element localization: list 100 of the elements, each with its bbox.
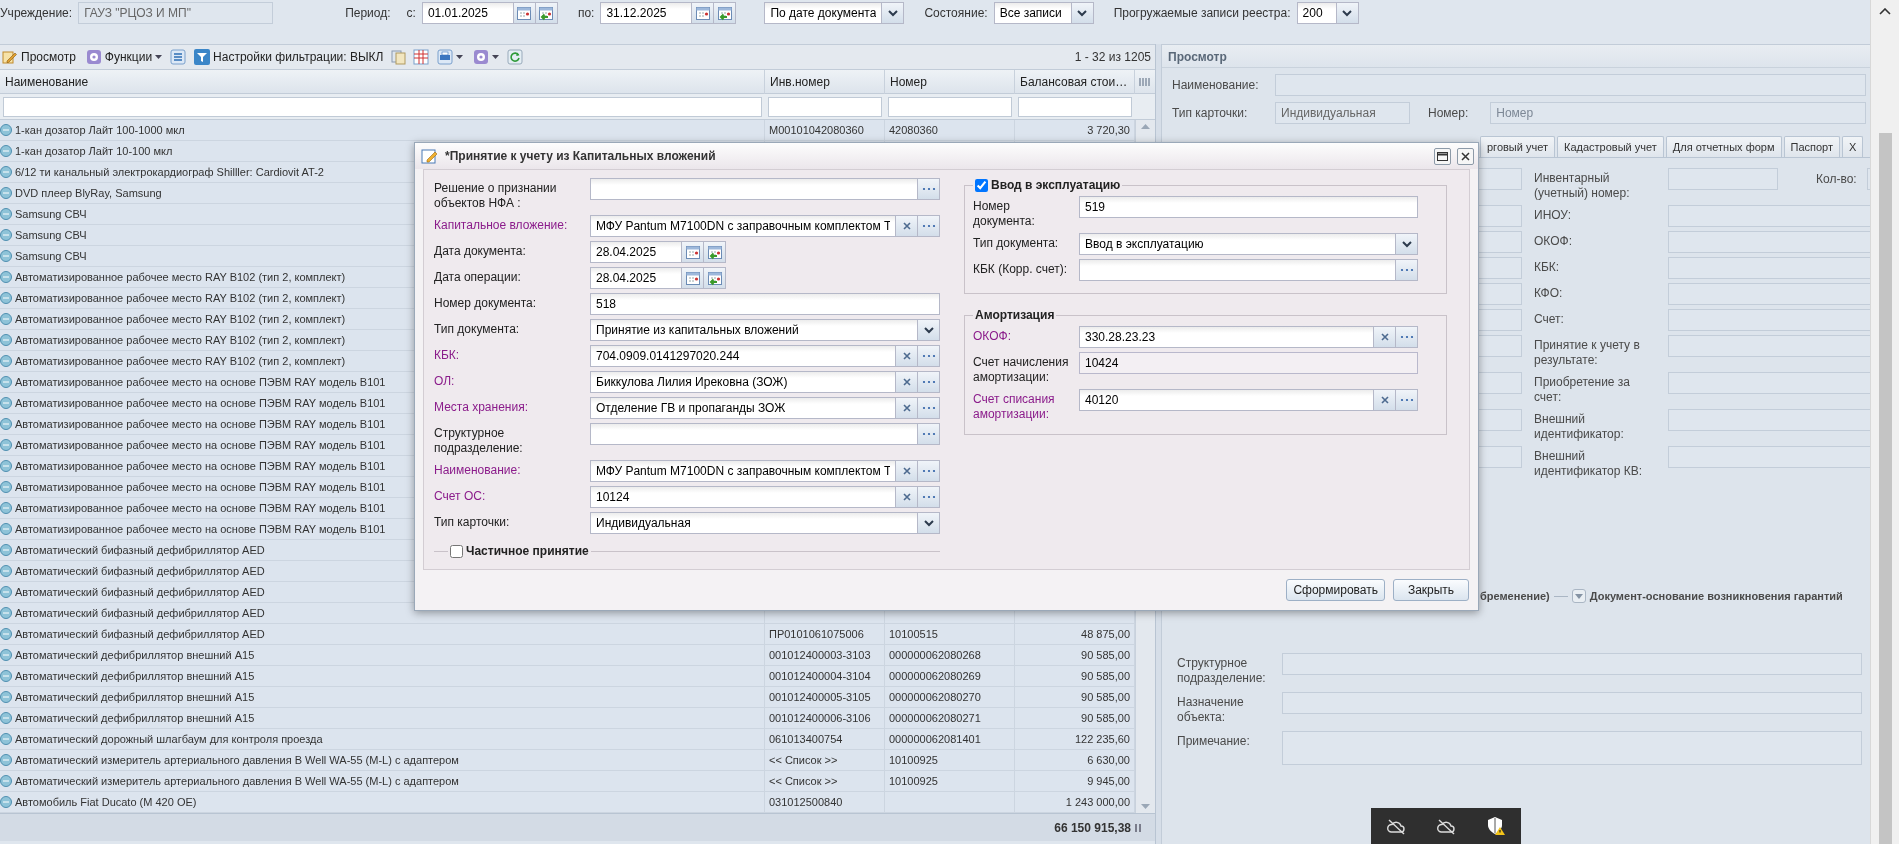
calendar-button[interactable] [682, 267, 704, 289]
tab[interactable]: Для отчетных форм [1665, 136, 1782, 157]
clear-button[interactable] [896, 371, 918, 393]
clear-button[interactable] [896, 486, 918, 508]
input-field[interactable]: 704.0909.0141297020.244 [590, 345, 896, 367]
table-cell: 061013400754 [765, 729, 885, 749]
filter-field[interactable] [3, 96, 762, 117]
dropdown-field[interactable]: Индивидуальная [590, 512, 918, 534]
dropdown-button[interactable] [1336, 2, 1359, 24]
browse-button[interactable] [918, 178, 940, 200]
reset-date-button[interactable] [714, 2, 737, 24]
input-field[interactable] [590, 423, 918, 445]
caret-icon [456, 55, 464, 59]
close-button[interactable] [1457, 147, 1474, 165]
tab[interactable]: Кадастровый учет [1557, 136, 1664, 157]
field-label: Тип документа: [434, 321, 521, 337]
print-menu-button[interactable] [435, 48, 466, 66]
input-field[interactable]: 28.04.2025 [590, 241, 682, 263]
caret-icon [922, 324, 935, 336]
filter-field[interactable] [888, 96, 1012, 117]
field-label: Внешний идентификатор: [1534, 411, 1625, 442]
browse-button[interactable] [1396, 259, 1418, 281]
dropdown-field[interactable]: По дате документа [764, 2, 883, 24]
maximize-button[interactable] [1434, 147, 1451, 165]
refresh-icon[interactable] [507, 49, 524, 65]
browse-button[interactable] [1396, 326, 1418, 348]
tab[interactable]: Х [1842, 136, 1864, 157]
dropdown-button[interactable] [1071, 2, 1094, 24]
dropdown-button[interactable] [1396, 233, 1418, 255]
calendar-button[interactable] [692, 2, 715, 24]
input-field[interactable]: 01.01.2025 [421, 2, 514, 24]
table-icon[interactable] [413, 49, 430, 65]
reset-date-button[interactable] [535, 2, 558, 24]
browse-button[interactable] [918, 371, 940, 393]
input-field[interactable]: 330.28.23.23 [1079, 326, 1374, 348]
settings-menu-button[interactable] [471, 48, 502, 66]
input-field[interactable]: 10424 [1079, 352, 1418, 374]
input-field[interactable]: Индивидуальная [1275, 102, 1410, 124]
reset-date-button[interactable] [704, 267, 726, 289]
input-field[interactable] [1282, 653, 1862, 675]
filter-field[interactable] [1018, 96, 1132, 117]
input-field[interactable]: 28.04.2025 [590, 267, 682, 289]
input-field[interactable]: 31.12.2025 [600, 2, 693, 24]
browse-button[interactable] [918, 423, 940, 445]
input-field[interactable]: ГАУЗ "РЦОЗ И МП" [78, 2, 274, 24]
browse-button[interactable] [918, 345, 940, 367]
clear-button[interactable] [1374, 326, 1396, 348]
field-label: Состояние: [924, 5, 988, 22]
circle-icon [0, 712, 12, 724]
shield-icon[interactable] [1486, 816, 1507, 836]
input-field[interactable]: 518 [590, 293, 940, 315]
view-button[interactable]: Просмотр [0, 48, 78, 66]
dropdown-field[interactable]: 200 [1296, 2, 1337, 24]
checkbox[interactable] [450, 544, 463, 558]
input-field[interactable]: 519 [1079, 196, 1418, 218]
filter-settings-button[interactable]: Настройки фильтрации: ВЫКЛ [192, 48, 386, 66]
clear-button[interactable] [896, 460, 918, 482]
documents-icon[interactable] [391, 49, 408, 65]
functions-menu[interactable]: Функции [83, 48, 165, 66]
collapse-button[interactable] [1571, 589, 1586, 603]
list-icon[interactable] [170, 49, 187, 65]
clear-button[interactable] [896, 397, 918, 419]
arrow-up-icon[interactable] [1879, 8, 1891, 15]
dropdown-button[interactable] [918, 319, 940, 341]
dropdown-field[interactable]: Все записи [993, 2, 1072, 24]
arrow-down-icon[interactable] [1141, 804, 1150, 809]
calendar-button[interactable] [682, 241, 704, 263]
input-field[interactable] [1668, 168, 1778, 190]
clear-button[interactable] [1374, 389, 1396, 411]
calendar-button[interactable] [513, 2, 536, 24]
tab[interactable]: рговый учет [1480, 136, 1555, 157]
input-field[interactable]: Номер [1490, 102, 1866, 124]
input-field[interactable]: 40120 [1079, 389, 1374, 411]
dropdown-field[interactable]: Ввод в эксплуатацию [1079, 233, 1396, 255]
filter-field[interactable] [768, 96, 882, 117]
browse-button[interactable] [1396, 389, 1418, 411]
browse-button[interactable] [918, 397, 940, 419]
dropdown-field[interactable]: Принятие из капитальных вложений [590, 319, 918, 341]
input-field[interactable]: Биккулова Лилия Ирековна (ЗОЖ) [590, 371, 896, 393]
input-field[interactable] [590, 178, 918, 200]
table-cell: 10100515 [885, 624, 1015, 644]
input-field[interactable]: Отделение ГВ и пропаганды ЗОЖ [590, 397, 896, 419]
input-field[interactable] [1282, 692, 1862, 714]
scrollbar-thumb[interactable] [1878, 133, 1892, 844]
tab[interactable]: Паспорт [1783, 136, 1840, 157]
table-cell: << Список >> [765, 771, 885, 791]
checkbox[interactable] [975, 178, 988, 192]
clear-button[interactable] [896, 345, 918, 367]
dropdown-button[interactable] [882, 2, 905, 24]
browse-button[interactable] [918, 215, 940, 237]
reset-date-button[interactable] [704, 241, 726, 263]
close-dialog-button[interactable]: Закрыть [1393, 579, 1469, 601]
dropdown-button[interactable] [918, 512, 940, 534]
input-field[interactable]: 10124 [590, 486, 896, 508]
browse-button[interactable] [918, 486, 940, 508]
browse-button[interactable] [918, 460, 940, 482]
input-field[interactable] [1275, 74, 1866, 96]
generate-button[interactable]: Сформировать [1286, 579, 1385, 601]
clear-button[interactable] [896, 215, 918, 237]
input-field[interactable] [1079, 259, 1396, 281]
